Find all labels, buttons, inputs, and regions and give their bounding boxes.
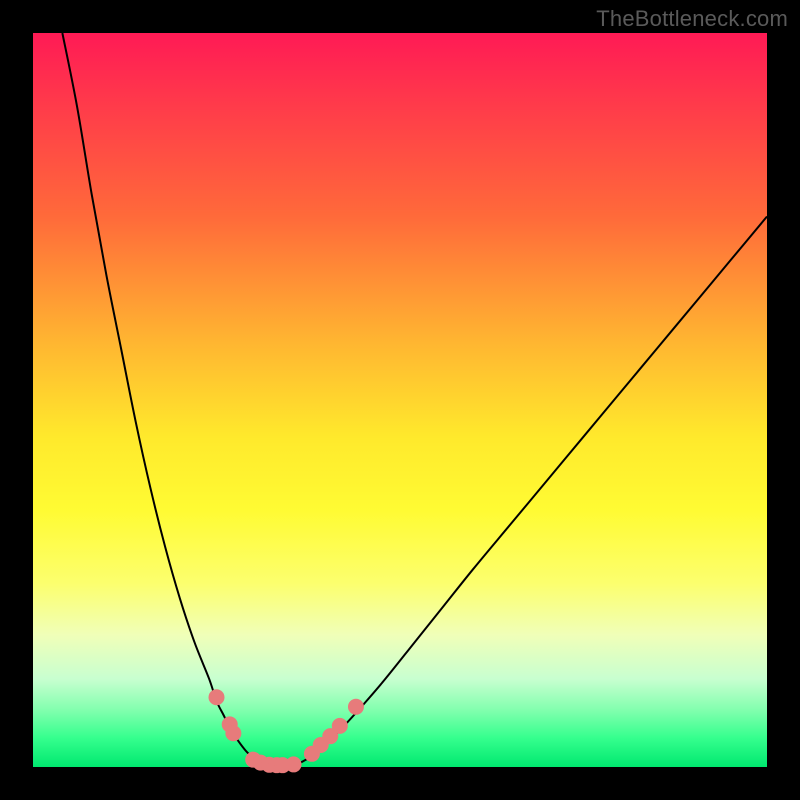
data-marker bbox=[348, 699, 364, 715]
data-markers bbox=[209, 689, 364, 773]
watermark-label: TheBottleneck.com bbox=[596, 6, 788, 32]
data-marker bbox=[286, 756, 302, 772]
left-curve bbox=[62, 33, 260, 763]
right-curve bbox=[297, 217, 767, 765]
data-marker bbox=[225, 725, 241, 741]
data-marker bbox=[209, 689, 225, 705]
data-marker bbox=[332, 718, 348, 734]
chart-svg bbox=[33, 33, 767, 767]
frame: TheBottleneck.com bbox=[0, 0, 800, 800]
